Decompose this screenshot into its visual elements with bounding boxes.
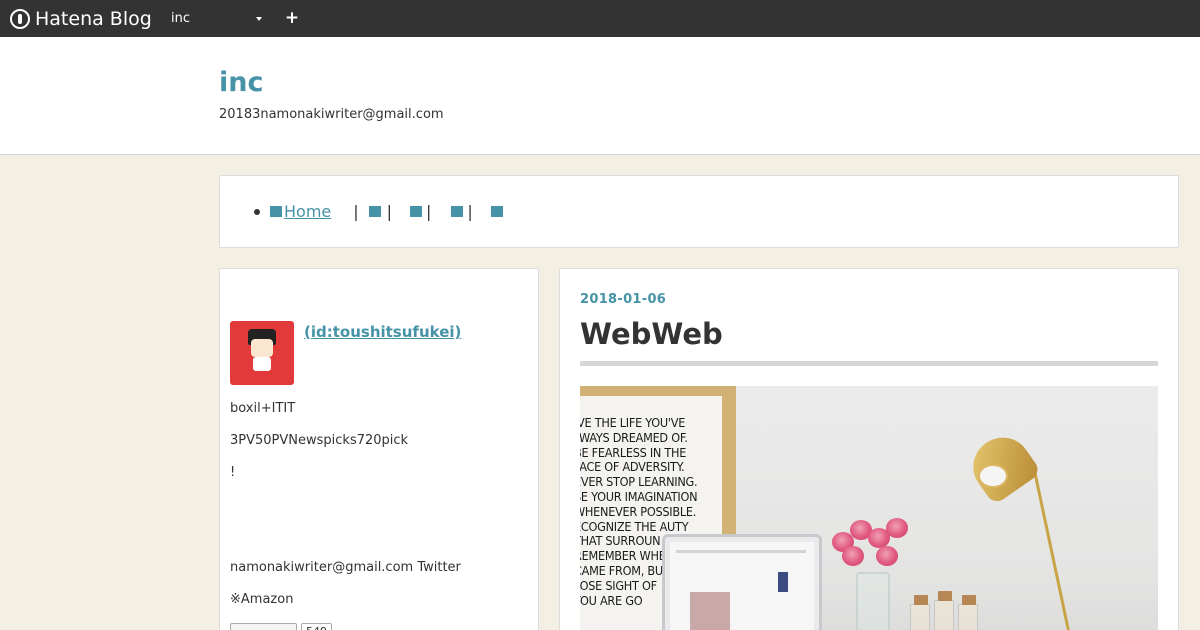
global-nav: Home | | | | [219,175,1179,248]
subscribe-button[interactable] [230,623,297,630]
profile-contact-line: namonakiwriter@gmail.com Twitter [230,560,461,575]
category-icon [490,206,503,217]
category-icon [368,206,381,217]
screen-bar [676,550,806,553]
category-icon [410,206,423,217]
entry-date[interactable]: 2018-01-06 [580,292,666,307]
blog-title[interactable]: inc [219,67,263,98]
profile-text-line: 3PV50PVNewspicks720pick [230,433,409,448]
jar [958,595,978,630]
poster-text: SE YOUR IMAGINATION [580,489,698,504]
entry-title[interactable]: WebWeb [580,317,723,351]
rose [876,546,898,566]
rose [886,518,908,538]
jar [934,591,954,630]
entry-eyecatch-image: IVE THE LIFE YOU'VE LWAYS DREAMED OF. BE… [580,386,1158,630]
avatar[interactable] [230,321,294,385]
caret-down-icon [256,17,262,21]
nav-item-5[interactable] [490,206,505,217]
nav-list: Home | | | | [270,202,505,221]
list-bullet [254,209,260,215]
avatar-face [251,339,273,357]
nav-item-2[interactable] [368,206,383,217]
rose [842,546,864,566]
poster-text: LWAYS DREAMED OF. [580,430,688,445]
entry-article: 2018-01-06 WebWeb IVE THE LIFE YOU'VE LW… [559,268,1179,630]
subscribe-row: 549 [230,623,332,630]
laptop-illustration [662,534,822,630]
nav-separator: | [467,202,473,221]
glass-vase [856,572,890,630]
category-icon [451,206,464,217]
laptop-screen [670,542,814,630]
blog-select-value: inc [171,11,190,26]
nav-separator: | [353,202,359,221]
poster-text: WHENEVER POSSIBLE. [580,504,697,519]
hatena-logo-icon [10,8,30,29]
hatena-blog-logo[interactable]: Hatena Blog [10,7,152,30]
profile-text-line: boxil+ITIT [230,401,296,416]
profile-id-link[interactable]: (id:toushitsufukei) [304,323,461,341]
jar-cork [938,591,952,601]
new-post-button[interactable]: + [284,9,300,27]
title-divider [580,361,1158,366]
subscriber-count: 549 [301,623,332,630]
logo-text: Hatena Blog [35,7,152,30]
avatar-body [253,357,271,371]
poster-text: EVER STOP LEARNING. [580,475,698,490]
blog-description: 20183namonakiwriter@gmail.com [219,107,444,122]
profile-text-line: ! [230,465,236,480]
screen-figure [778,572,788,592]
nav-item-4[interactable] [451,206,465,217]
nav-item-label: Home [284,202,332,221]
poster-text: ECOGNIZE THE AUTY [580,519,689,534]
blog-header: inc 20183namonakiwriter@gmail.com [0,37,1200,155]
nav-separator: | [386,202,393,221]
poster-text: BE FEARLESS IN THE [580,445,687,460]
jar-cork [914,595,928,605]
screen-image [690,592,730,630]
profile-amazon-note: ※Amazon [230,592,294,607]
jar-cork [962,595,976,605]
nav-separator: | [426,202,432,221]
category-icon [270,206,282,217]
lamp-arm [1032,465,1071,630]
poster-text: IVE THE LIFE YOU'VE [580,416,686,430]
blog-select[interactable]: inc [171,9,266,29]
nav-item-home[interactable]: Home [270,202,331,221]
sidebar-profile: (id:toushitsufukei) boxil+ITIT 3PV50PVNe… [219,268,539,630]
lamp-bulb [978,464,1008,488]
top-bar: Hatena Blog inc + [0,0,1200,37]
rose-bouquet [832,516,912,576]
poster-text: FACE OF ADVERSITY. [580,460,685,475]
nav-item-3[interactable] [410,206,424,217]
plus-icon: + [284,8,300,28]
jar [910,595,930,630]
